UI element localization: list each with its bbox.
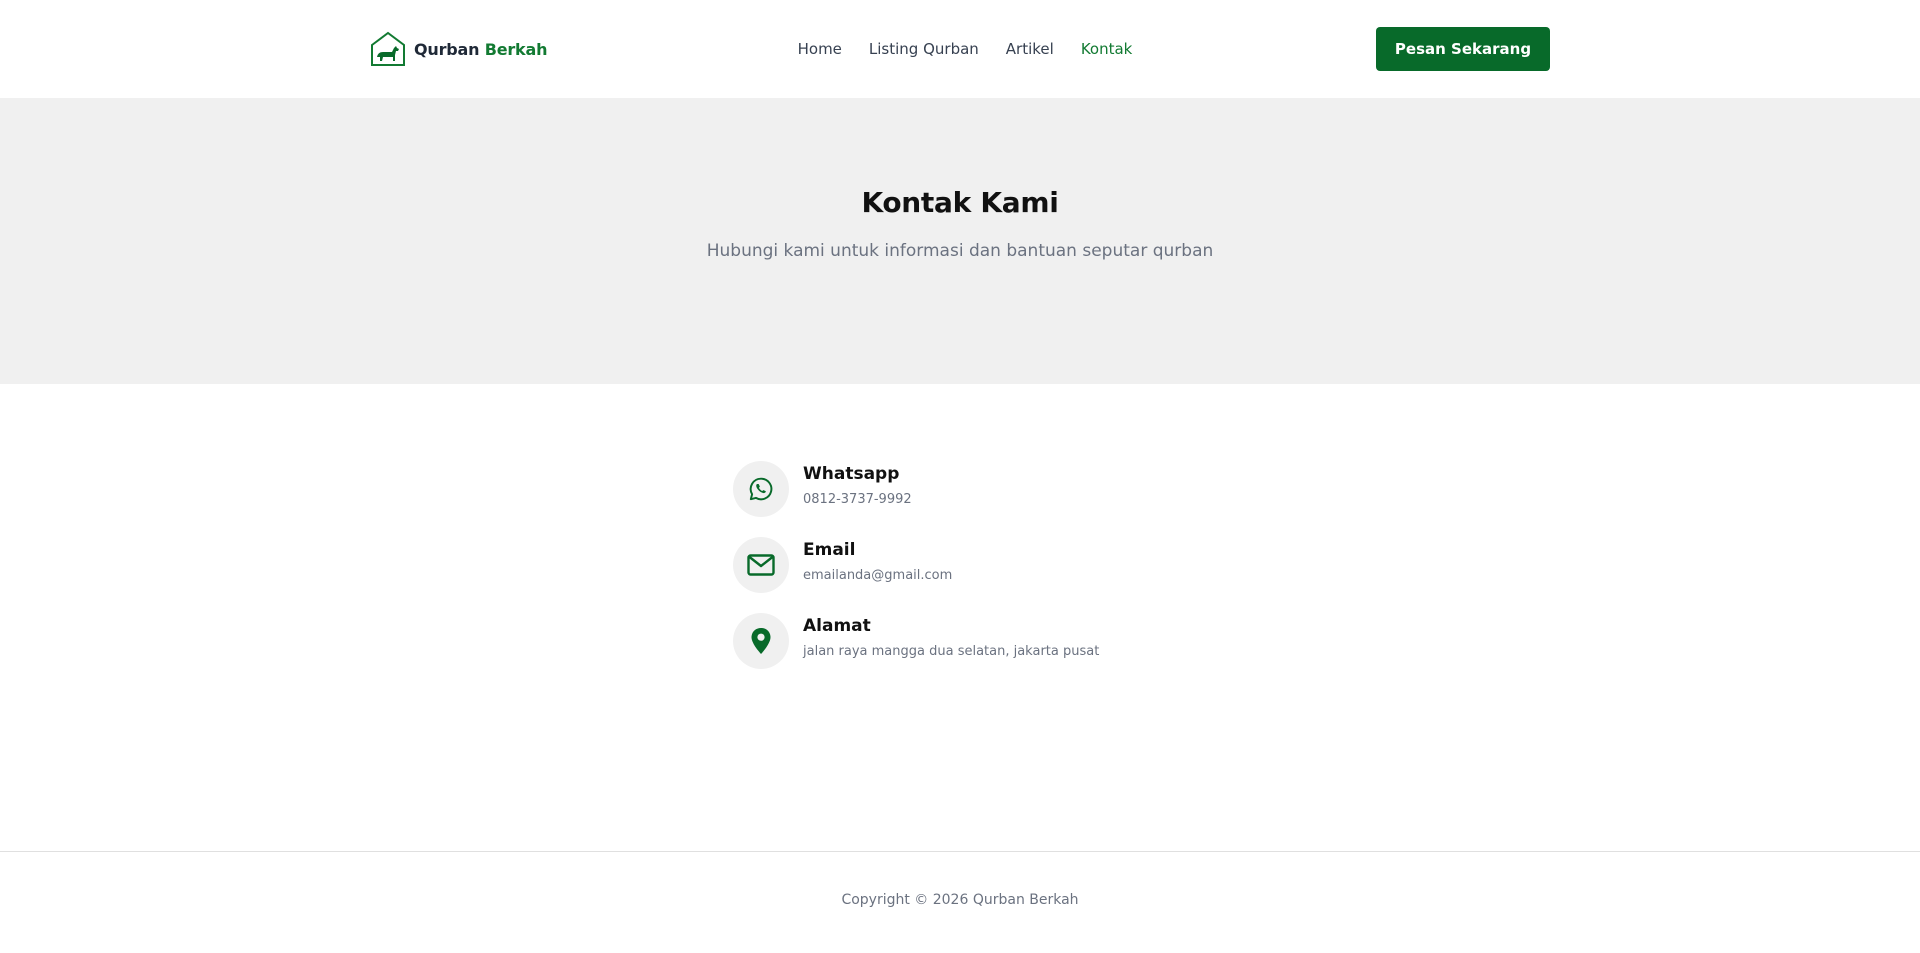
contact-icon-wrapper	[733, 461, 789, 517]
brand-logo[interactable]: Qurban Berkah	[370, 31, 547, 67]
map-pin-icon	[751, 628, 771, 654]
contact-value[interactable]: 0812-3737-9992	[803, 492, 912, 507]
order-now-button[interactable]: Pesan Sekarang	[1376, 27, 1550, 71]
page-title: Kontak Kami	[861, 186, 1059, 219]
contact-title: Whatsapp	[803, 463, 900, 484]
contact-section: Whatsapp 0812-3737-9992 Email emailanda@…	[0, 384, 1920, 851]
contact-title: Email	[803, 539, 856, 560]
contact-item-whatsapp: Whatsapp 0812-3737-9992	[733, 460, 1099, 518]
page-subtitle: Hubungi kami untuk informasi dan bantuan…	[706, 241, 1214, 261]
nav-link-home[interactable]: Home	[798, 40, 842, 58]
contact-item-email: Email emailanda@gmail.com	[733, 536, 1099, 594]
nav-link-artikel[interactable]: Artikel	[1006, 40, 1054, 58]
copyright-text: Copyright © 2026 Qurban Berkah	[841, 892, 1079, 908]
site-header: Qurban Berkah Home Listing Qurban Artike…	[0, 0, 1920, 98]
nav-link-kontak[interactable]: Kontak	[1081, 40, 1133, 58]
header-container: Qurban Berkah Home Listing Qurban Artike…	[370, 0, 1550, 98]
brand-name: Qurban Berkah	[414, 40, 547, 59]
contact-text: Email emailanda@gmail.com	[803, 540, 952, 583]
whatsapp-icon	[749, 477, 773, 501]
nav-link-listing-qurban[interactable]: Listing Qurban	[869, 40, 979, 58]
contact-item-address: Alamat jalan raya mangga dua selatan, ja…	[733, 612, 1099, 670]
contact-text: Alamat jalan raya mangga dua selatan, ja…	[803, 616, 1099, 659]
brand-name-primary: Qurban	[414, 39, 480, 59]
site-footer: Copyright © 2026 Qurban Berkah	[0, 851, 1920, 953]
contact-text: Whatsapp 0812-3737-9992	[803, 464, 912, 507]
contact-title: Alamat	[803, 615, 871, 636]
contact-icon-wrapper	[733, 537, 789, 593]
contact-list: Whatsapp 0812-3737-9992 Email emailanda@…	[733, 460, 1099, 688]
hero-section: Kontak Kami Hubungi kami untuk informasi…	[0, 98, 1920, 384]
goat-house-icon	[371, 31, 405, 66]
mail-icon	[747, 554, 775, 576]
contact-icon-wrapper	[733, 613, 789, 669]
contact-value[interactable]: emailanda@gmail.com	[803, 568, 952, 583]
brand-name-accent: Berkah	[484, 39, 548, 59]
contact-value: jalan raya mangga dua selatan, jakarta p…	[803, 643, 1100, 659]
